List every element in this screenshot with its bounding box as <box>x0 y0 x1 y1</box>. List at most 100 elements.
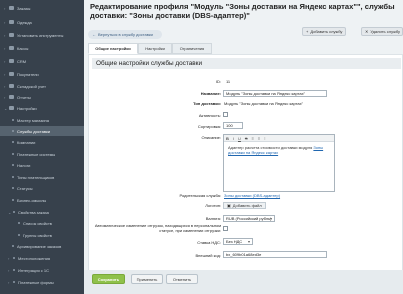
sidebar-item-payment-forms[interactable]: › Платежные формы <box>0 277 84 287</box>
sidebar-item-settings[interactable]: ⌄ Настройки <box>0 103 84 113</box>
orders-icon <box>9 6 14 10</box>
sidebar-item-taxes[interactable]: Налоги <box>0 160 84 170</box>
bullet-icon <box>12 187 14 189</box>
chevron-right-icon: › <box>4 71 6 77</box>
italic-icon[interactable]: I <box>233 136 234 141</box>
chevron-right-icon: › <box>8 279 10 285</box>
crm-icon <box>9 59 14 63</box>
tab-restrictions[interactable]: Ограничения <box>172 43 212 54</box>
underline-icon[interactable]: U <box>238 136 241 141</box>
main-content: Редактирование профиля "Модуль "Зоны дос… <box>84 0 403 294</box>
sidebar-item-locations[interactable]: › Местоположения <box>0 253 84 263</box>
strikethrough-icon[interactable]: S <box>245 136 248 141</box>
bullet-icon <box>18 222 20 224</box>
description-editor[interactable]: B I U S ≡ ≡ ⁝ Адаптер расчета стоимости … <box>223 134 335 192</box>
bullet-icon <box>12 245 14 247</box>
sidebar-item-property-list[interactable]: Список свойств <box>0 218 84 228</box>
tools-icon <box>9 33 14 37</box>
sidebar-item-statuses[interactable]: Статусы <box>0 183 84 193</box>
id-label: ID: <box>215 79 221 84</box>
currency-select[interactable]: RUB (Российский рубль) <box>223 215 275 222</box>
bullet-icon <box>12 199 14 201</box>
sidebar-item-crm[interactable]: › CRM <box>0 56 84 66</box>
sidebar-item-business-meanings[interactable]: Бизнес-смыслы <box>0 195 84 205</box>
save-button[interactable]: Сохранить <box>92 274 125 284</box>
chevron-right-icon: › <box>4 45 6 51</box>
external-code-input[interactable]: bx_609b01a68ed3e <box>223 251 327 258</box>
chevron-right-icon: › <box>4 32 6 38</box>
sidebar-item-reports[interactable]: › Отчеты <box>0 92 84 102</box>
logo-label: Логотип: <box>205 203 221 208</box>
editor-toolbar: B I U S ≡ ≡ ⁝ <box>224 135 334 142</box>
external-code-label: Внешний код: <box>195 253 221 258</box>
sidebar-item-warehouse[interactable]: › Складской учет <box>0 81 84 91</box>
sidebar-item-clothes[interactable]: › Одежда <box>0 17 84 27</box>
close-icon: ✕ <box>365 29 369 34</box>
general-settings-panel: Общие настройки службы доставки ID: 11 Н… <box>88 54 403 294</box>
list-icon[interactable]: ≡ <box>252 136 254 141</box>
reports-icon <box>9 95 14 99</box>
name-input[interactable]: Модуль "Зоны доставки на Яндекс картах" <box>223 90 327 97</box>
sidebar-item-order-archiving[interactable]: Архивирование заказов <box>0 241 84 251</box>
currency-label: Валюта: <box>205 216 221 221</box>
sidebar-item-delivery-services[interactable]: Службы доставки <box>0 126 84 136</box>
clothes-icon <box>9 20 14 24</box>
more-icon[interactable]: ⁝ <box>264 136 265 141</box>
back-to-delivery-button[interactable]: ← Вернуться в службу доставки <box>88 30 162 39</box>
bullet-icon <box>12 153 14 155</box>
admin-sidebar: › Заказы › Одежда › Установить инструменты … <box>0 0 84 294</box>
bold-icon[interactable]: B <box>226 136 229 141</box>
chevron-right-icon: › <box>4 58 6 64</box>
section-title: Общие настройки службы доставки <box>92 58 401 69</box>
cancel-button[interactable]: Отменить <box>166 274 198 284</box>
add-service-button[interactable]: + Добавить службу <box>302 27 347 36</box>
cashbox-icon <box>9 46 14 50</box>
sidebar-item-cashboxes[interactable]: › Кассы <box>0 43 84 53</box>
vat-select[interactable]: Без НДС <box>223 238 253 245</box>
bullet-icon <box>12 130 14 132</box>
sidebar-item-property-groups[interactable]: Группы свойств <box>0 230 84 240</box>
plus-icon: + <box>306 29 309 34</box>
active-label: Активность: <box>198 113 221 118</box>
parent-service-link[interactable]: Зоны доставки (DBS-адаптер) <box>224 193 280 198</box>
sidebar-item-orders[interactable]: › Заказы <box>0 3 84 13</box>
parent-service-label: Родительская служба: <box>179 193 221 198</box>
bullet-icon <box>12 176 14 178</box>
chevron-down-icon: ⌄ <box>4 105 8 111</box>
sidebar-item-customers[interactable]: › Покупатели <box>0 69 84 79</box>
apply-button[interactable]: Применить <box>131 274 163 284</box>
tab-general-settings[interactable]: Общие настройки <box>88 43 138 54</box>
sidebar-item-1c-integration[interactable]: › Интеграция с 1С <box>0 265 84 275</box>
sidebar-item-companies[interactable]: Компании <box>0 137 84 147</box>
chevron-right-icon: › <box>4 19 6 25</box>
vat-label: Ставка НДС: <box>197 240 221 245</box>
add-file-button[interactable]: ▣ Добавить файл <box>223 202 266 209</box>
chevron-down-icon: ⌄ <box>8 209 12 215</box>
sidebar-item-payment-systems[interactable]: Платежные системы <box>0 149 84 159</box>
sort-label: Сортировка: <box>197 124 221 129</box>
auto-change-label: Автоматическое изменение отгрузок, наход… <box>94 223 221 233</box>
description-label: Описание: <box>201 135 221 140</box>
arrow-left-icon: ← <box>92 32 96 37</box>
description-text: Адаптер расчета стоимости доставки модул… <box>228 145 324 155</box>
attachment-icon: ▣ <box>227 203 231 208</box>
align-icon[interactable]: ≡ <box>258 136 260 141</box>
sort-input[interactable]: 100 <box>223 122 243 129</box>
sidebar-item-payer-types[interactable]: Типы плательщиков <box>0 172 84 182</box>
auto-change-checkbox[interactable] <box>223 226 228 231</box>
bullet-icon <box>12 119 14 121</box>
bullet-icon <box>13 257 15 259</box>
tab-settings[interactable]: Настройки <box>138 43 172 54</box>
bullet-icon <box>13 269 15 271</box>
bullet-icon <box>18 234 20 236</box>
delete-service-button[interactable]: ✕ Удалить службу <box>361 27 403 36</box>
delivery-type-value: Модуль "Зоны доставки на Яндекс картах" <box>224 101 304 106</box>
page-title: Редактирование профиля "Модуль "Зоны дос… <box>90 2 395 20</box>
sidebar-item-order-properties[interactable]: ⌄ Свойства заказа <box>0 207 84 217</box>
active-checkbox[interactable] <box>223 112 228 117</box>
chevron-right-icon: › <box>8 255 10 261</box>
form-footer: Сохранить Применить Отменить <box>84 270 403 294</box>
sidebar-item-store-wizard[interactable]: Мастер магазина <box>0 115 84 125</box>
bullet-icon <box>12 141 14 143</box>
sidebar-item-install-tools[interactable]: › Установить инструменты <box>0 30 84 40</box>
